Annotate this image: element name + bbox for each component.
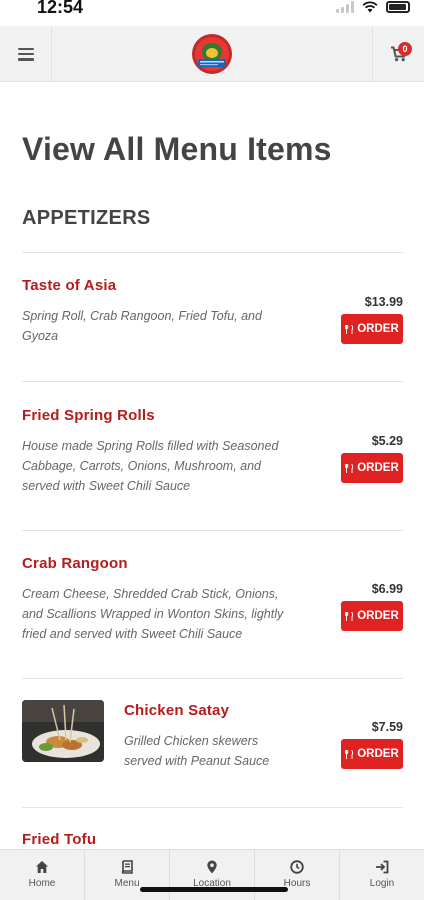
hamburger-menu-button[interactable] <box>0 26 52 82</box>
page-title: View All Menu Items <box>22 131 332 167</box>
item-name[interactable]: Crab Rangoon <box>22 555 128 572</box>
nav-home[interactable]: Home <box>0 850 85 900</box>
order-button[interactable]: ORDER <box>341 453 403 483</box>
menu-item-chicken-satay[interactable]: Chicken Satay Grilled Chicken skewers se… <box>22 678 403 807</box>
order-label: ORDER <box>357 462 399 474</box>
item-description: House made Spring Rolls filled with Seas… <box>22 439 279 493</box>
wifi-icon <box>362 1 378 13</box>
item-description: Grilled Chicken skewers served with Pean… <box>124 734 270 768</box>
home-icon <box>36 861 48 873</box>
nav-label: Home <box>28 878 56 889</box>
book-icon <box>121 860 133 874</box>
sign-in-icon <box>376 860 389 874</box>
map-pin-icon <box>207 860 217 874</box>
cart-button[interactable]: 0 <box>372 26 424 82</box>
section-title: APPETIZERS <box>22 207 151 229</box>
item-price: $6.99 <box>371 582 403 596</box>
item-photo[interactable] <box>22 700 104 762</box>
item-price: $7.59 <box>371 720 403 734</box>
cellular-signal-icon <box>336 1 354 13</box>
nav-menu[interactable]: Menu <box>85 850 170 900</box>
order-button[interactable]: ORDER <box>341 314 403 344</box>
utensils-icon <box>345 324 354 334</box>
order-button[interactable]: ORDER <box>341 739 403 769</box>
menu-item-fried-spring-rolls[interactable]: Fried Spring Rolls House made Spring Rol… <box>22 381 403 530</box>
item-price: $5.29 <box>371 434 403 448</box>
status-time: 12:54 <box>37 0 84 17</box>
nav-label: Login <box>369 878 395 889</box>
nav-login[interactable]: Login <box>340 850 424 900</box>
nav-location[interactable]: Location <box>170 850 255 900</box>
order-label: ORDER <box>357 323 399 335</box>
item-name[interactable]: Fried Tofu <box>22 831 96 848</box>
item-price: $13.99 <box>364 295 403 309</box>
menu-list: Taste of Asia Spring Roll, Crab Rangoon,… <box>22 252 403 857</box>
home-indicator[interactable] <box>140 887 288 892</box>
menu-item-crab-rangoon[interactable]: Crab Rangoon Cream Cheese, Shredded Crab… <box>22 530 403 678</box>
order-button[interactable]: ORDER <box>341 601 403 631</box>
utensils-icon <box>345 749 354 759</box>
clock-icon <box>290 860 304 874</box>
app-header: 0 <box>0 26 424 82</box>
order-label: ORDER <box>357 748 399 760</box>
bottom-nav: Home Menu Location Hours Login <box>0 849 424 900</box>
restaurant-logo[interactable] <box>190 32 234 76</box>
nav-hours[interactable]: Hours <box>255 850 340 900</box>
status-bar: 12:54 <box>0 0 424 22</box>
cart-count-badge: 0 <box>398 42 412 56</box>
nav-label: Menu <box>114 878 140 889</box>
item-name[interactable]: Taste of Asia <box>22 277 116 294</box>
utensils-icon <box>345 611 354 621</box>
menu-item-taste-of-asia[interactable]: Taste of Asia Spring Roll, Crab Rangoon,… <box>22 252 403 381</box>
item-name[interactable]: Chicken Satay <box>124 702 229 719</box>
order-label: ORDER <box>357 610 399 622</box>
status-icons <box>336 1 410 13</box>
hamburger-icon <box>17 47 34 61</box>
item-description: Spring Roll, Crab Rangoon, Fried Tofu, a… <box>22 309 262 343</box>
utensils-icon <box>345 463 354 473</box>
item-name[interactable]: Fried Spring Rolls <box>22 407 155 424</box>
item-description: Cream Cheese, Shredded Crab Stick, Onion… <box>22 587 284 641</box>
battery-icon <box>386 1 410 13</box>
